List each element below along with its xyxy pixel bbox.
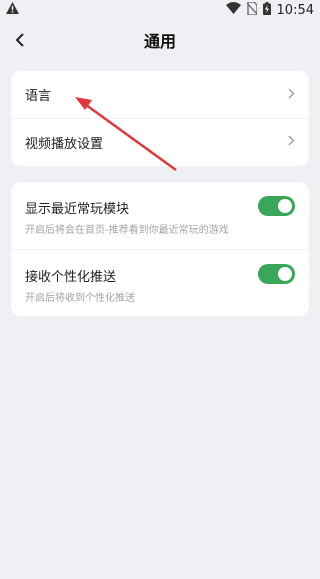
nav-card: 语言 视频播放设置 xyxy=(11,71,309,166)
video-playback-settings-label: 视频播放设置 xyxy=(25,136,104,152)
page-title: 通用 xyxy=(143,32,176,51)
personalized-push-toggle-row: 接收个性化推送 开启后将收到个性化推送 xyxy=(11,249,309,316)
video-playback-settings-item[interactable]: 视频播放设置 xyxy=(11,118,309,165)
wifi-icon xyxy=(225,2,241,18)
recent-games-title: 显示最近常玩模块 xyxy=(25,202,130,217)
app-bar: 通用 xyxy=(0,22,320,58)
back-chevron-icon xyxy=(15,28,25,52)
switch-knob xyxy=(278,267,292,281)
warning-icon xyxy=(6,2,19,18)
battery-charging-icon xyxy=(262,1,271,19)
chevron-right-icon xyxy=(288,87,295,103)
recent-games-subtitle: 开启后将会在首页-推荐看到你最近常玩的游戏 xyxy=(25,225,229,236)
personalized-push-title: 接收个性化推送 xyxy=(25,270,117,285)
switch-knob xyxy=(278,199,292,213)
recent-games-switch[interactable] xyxy=(258,196,295,216)
status-time: 10:54 xyxy=(276,2,314,18)
chevron-right-icon xyxy=(288,134,295,150)
back-button[interactable] xyxy=(6,26,34,54)
personalized-push-switch[interactable] xyxy=(258,264,295,284)
recent-games-toggle-row: 显示最近常玩模块 开启后将会在首页-推荐看到你最近常玩的游戏 xyxy=(11,182,309,249)
no-sim-icon xyxy=(246,0,258,19)
language-label: 语言 xyxy=(25,89,52,104)
personalized-push-subtitle: 开启后将收到个性化推送 xyxy=(25,293,135,304)
toggle-card: 显示最近常玩模块 开启后将会在首页-推荐看到你最近常玩的游戏 接收个性化推送 开… xyxy=(11,182,309,316)
status-bar: 10:54 xyxy=(0,0,320,20)
language-item[interactable]: 语言 xyxy=(11,71,309,118)
